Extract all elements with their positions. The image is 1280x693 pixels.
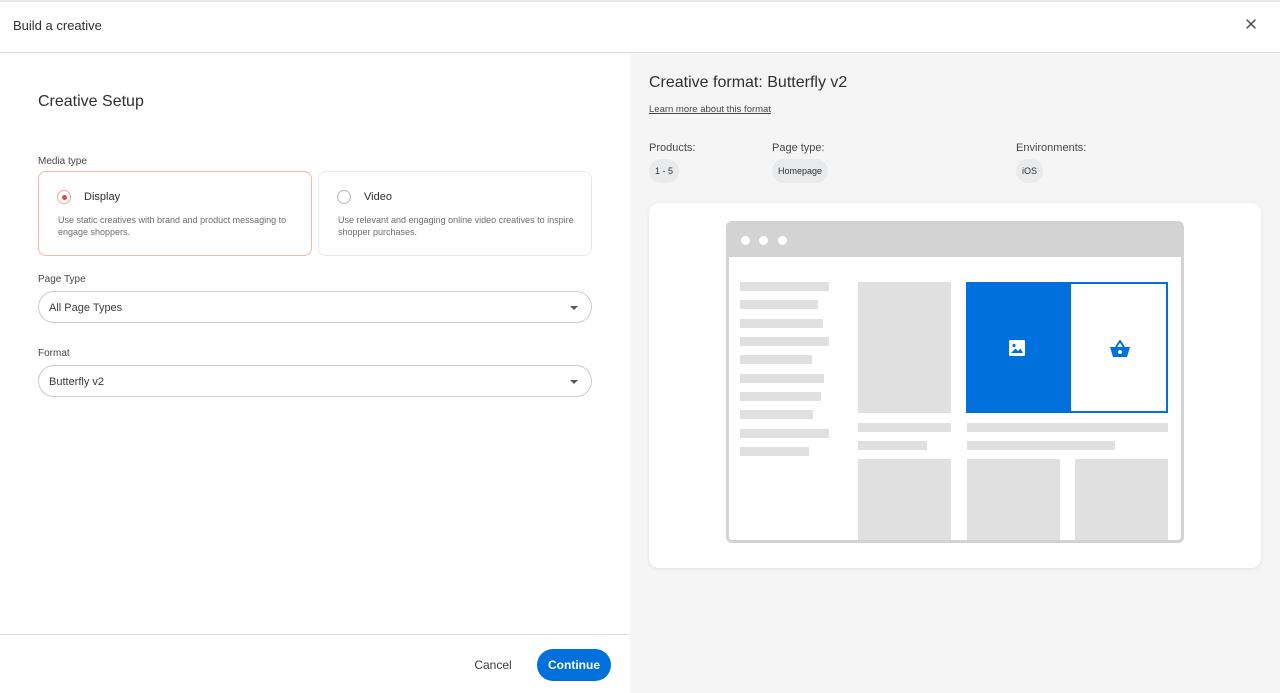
format-title: Creative format: Butterfly v2: [649, 74, 848, 91]
media-option-description: Use static creatives with brand and prod…: [58, 215, 287, 237]
basket-icon: [1110, 340, 1130, 357]
skeleton-line: [740, 374, 824, 383]
media-option-description: Use relevant and engaging online video c…: [338, 215, 574, 237]
window-dot: [759, 236, 768, 245]
media-option-label: Display: [84, 191, 121, 203]
skeleton-line: [740, 447, 809, 456]
product-tile-placeholder: [967, 459, 1060, 540]
skeleton-line: [740, 429, 829, 438]
close-icon[interactable]: [1244, 17, 1258, 31]
display-radio[interactable]: [57, 190, 71, 204]
skeleton-line: [740, 337, 829, 346]
butterfly-image-panel: [966, 282, 1069, 413]
browser-mockup: [726, 221, 1184, 543]
chevron-down-icon: [570, 380, 578, 384]
page-type-select[interactable]: All Page Types: [38, 291, 592, 323]
skeleton-line: [858, 441, 927, 450]
chevron-down-icon: [570, 306, 578, 310]
skeleton-line: [740, 355, 812, 364]
cancel-button[interactable]: Cancel: [465, 651, 521, 679]
page-type-chip: Homepage: [772, 159, 829, 183]
continue-button[interactable]: Continue: [537, 649, 611, 681]
page-type-label: Page Type: [38, 274, 86, 285]
format-preview-panel: Creative format: Butterfly v2 Learn more…: [630, 53, 1280, 693]
image-icon: [1009, 340, 1025, 356]
product-tile-placeholder: [858, 459, 951, 540]
browser-toolbar: [729, 224, 1181, 257]
skeleton-line: [967, 441, 1115, 450]
format-value: Butterfly v2: [49, 376, 105, 388]
media-option-video[interactable]: Video Use relevant and engaging online v…: [318, 171, 592, 256]
format-preview-card: [649, 203, 1261, 568]
media-option-display[interactable]: Display Use static creatives with brand …: [38, 171, 312, 256]
product-tile-placeholder: [858, 282, 951, 413]
product-tile-placeholder: [1075, 459, 1168, 540]
environments-label: Environments:: [1016, 142, 1087, 154]
setup-title: Creative Setup: [38, 93, 144, 110]
setup-panel: Creative Setup Media type Display Use st…: [0, 53, 630, 693]
butterfly-product-panel: [1069, 282, 1168, 413]
modal-header: Build a creative: [0, 2, 1280, 53]
skeleton-line: [967, 423, 1168, 432]
format-select[interactable]: Butterfly v2: [38, 365, 592, 397]
media-option-label: Video: [364, 191, 392, 203]
window-dot: [778, 236, 787, 245]
page-type-value: All Page Types: [49, 302, 123, 314]
skeleton-line: [740, 392, 821, 401]
skeleton-line: [740, 319, 823, 328]
skeleton-line: [858, 423, 951, 432]
skeleton-line: [740, 300, 818, 309]
window-dot: [741, 236, 750, 245]
skeleton-line: [740, 410, 813, 419]
learn-more-link[interactable]: Learn more about this format: [649, 104, 771, 115]
products-chip: 1 - 5: [649, 159, 680, 183]
skeleton-line: [740, 282, 829, 291]
footer: Cancel Continue: [0, 634, 630, 693]
media-type-label: Media type: [38, 156, 87, 167]
format-label: Format: [38, 348, 70, 359]
modal-title: Build a creative: [13, 18, 102, 33]
page-type-meta-label: Page type:: [772, 142, 825, 154]
environments-chip: iOS: [1016, 159, 1044, 183]
video-radio[interactable]: [337, 190, 351, 204]
products-label: Products:: [649, 142, 696, 154]
